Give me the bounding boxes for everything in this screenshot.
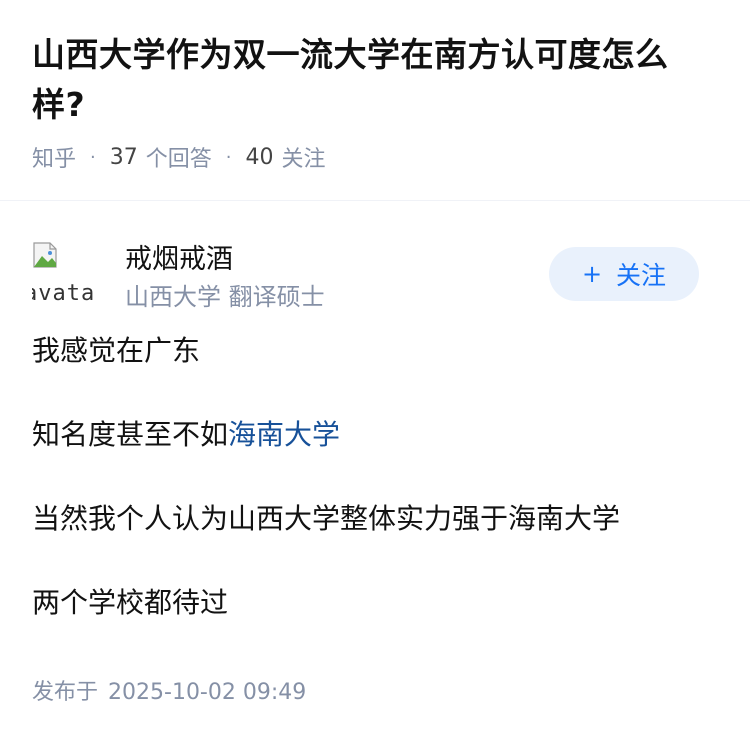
followers-label: 关注 (281, 147, 326, 172)
avatar-alt-text: avatar (32, 281, 96, 305)
question-title[interactable]: 山西大学作为双一流大学在南方认可度怎么样? (32, 30, 718, 130)
answer-paragraph: 两个学校都待过 (32, 586, 229, 619)
answers-count: 37 (109, 144, 138, 170)
broken-image-icon (33, 242, 57, 268)
paragraph-text: 知名度甚至不如 (32, 418, 229, 451)
avatar[interactable]: avatar (32, 241, 96, 305)
author-name[interactable]: 戒烟戒酒 (125, 237, 233, 276)
separator-dot: · (90, 146, 96, 168)
question-header: 山西大学作为双一流大学在南方认可度怎么样? 知乎 · 37 个回答 · 40 关… (0, 0, 750, 201)
publish-time: 发布于 2025-10-02 09:49 (32, 674, 306, 706)
question-meta: 知乎 · 37 个回答 · 40 关注 (32, 142, 718, 173)
answer-paragraph: 知名度甚至不如海南大学 (32, 415, 718, 455)
answers-label: 个回答 (145, 147, 212, 172)
publish-label: 发布于 (32, 680, 99, 705)
followers-count: 40 (245, 144, 274, 170)
answer-card: avatar 戒烟戒酒 山西大学 翻译硕士 + 关注 我感觉在广东 知名度甚至不… (0, 201, 750, 623)
separator-dot: · (225, 146, 232, 168)
author-row: avatar 戒烟戒酒 山西大学 翻译硕士 + 关注 (32, 201, 718, 311)
source-label: 知乎 (32, 147, 77, 172)
zhihu-answer-page: 山西大学作为双一流大学在南方认可度怎么样? 知乎 · 37 个回答 · 40 关… (0, 0, 750, 742)
hainan-university-link[interactable]: 海南大学 (228, 418, 340, 451)
plus-icon: + (581, 260, 603, 288)
author-bio: 山西大学 翻译硕士 (125, 283, 325, 311)
follow-button[interactable]: + 关注 (549, 247, 699, 301)
follow-label: 关注 (616, 261, 667, 290)
publish-timestamp: 2025-10-02 09:49 (108, 680, 307, 705)
answer-content: 我感觉在广东 知名度甚至不如海南大学 当然我个人认为山西大学整体实力强于海南大学… (32, 311, 718, 623)
answer-paragraph: 当然我个人认为山西大学整体实力强于海南大学 (32, 502, 621, 535)
answer-paragraph: 我感觉在广东 (32, 334, 201, 367)
